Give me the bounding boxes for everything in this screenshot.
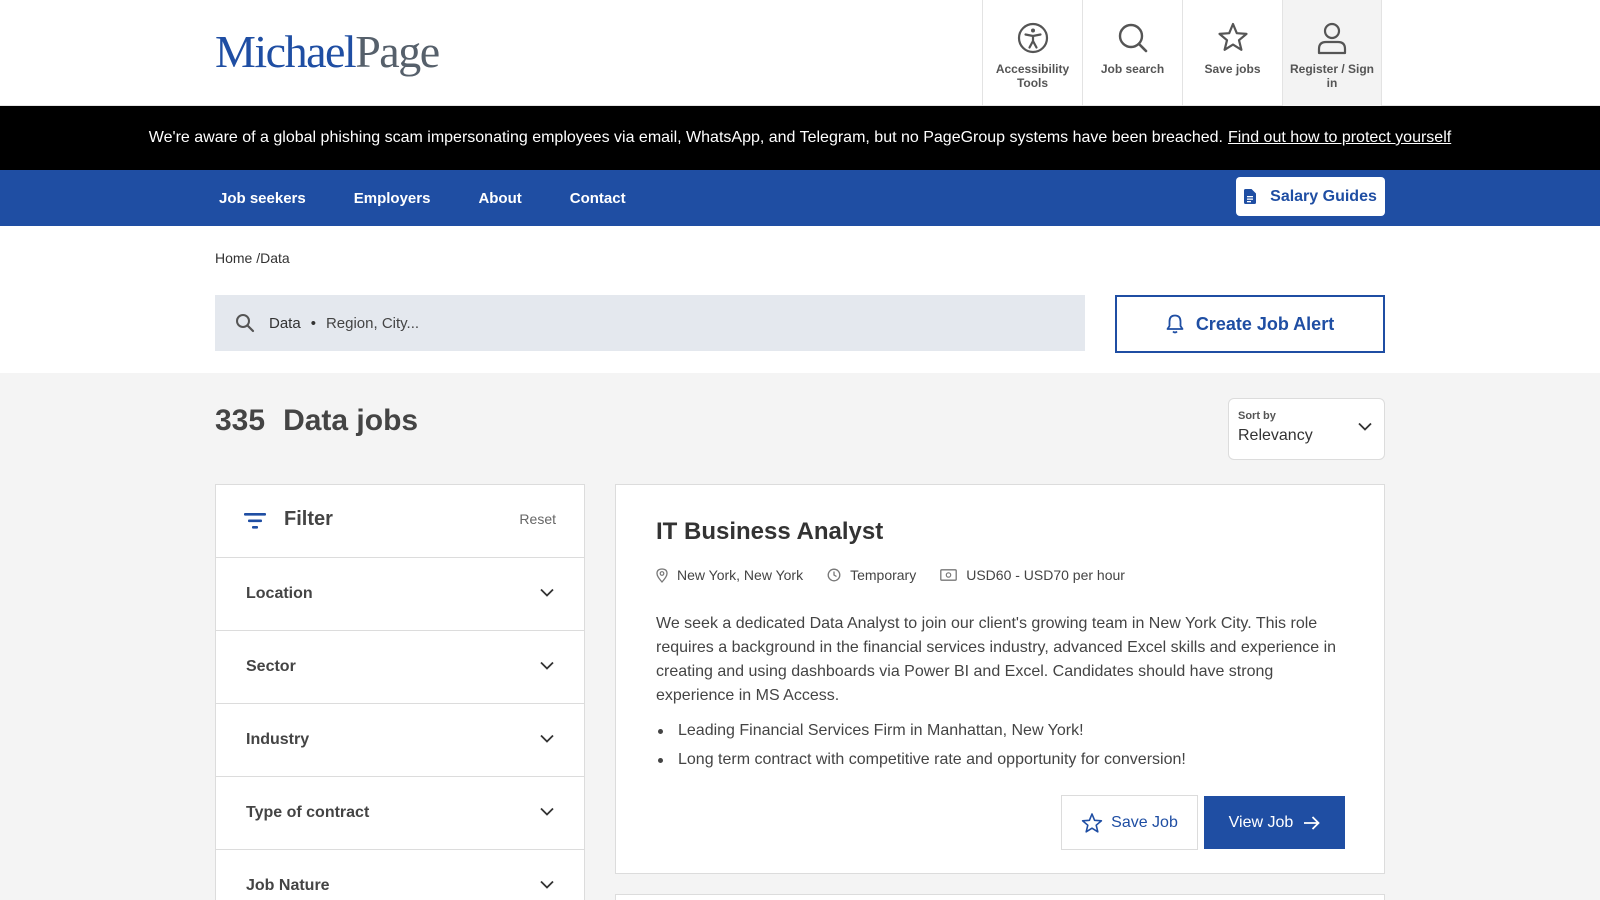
create-job-alert-label: Create Job Alert xyxy=(1195,313,1335,334)
sort-dropdown[interactable]: Sort by Relevancy xyxy=(1228,398,1385,460)
job-card: IT Business Analyst New York, New York T… xyxy=(615,484,1385,874)
user-icon xyxy=(1317,22,1347,55)
clock-icon xyxy=(827,568,841,582)
job-search-label: Job search xyxy=(1100,62,1165,76)
create-job-alert-button[interactable]: Create Job Alert xyxy=(1115,295,1385,353)
facet-label: Type of contract xyxy=(246,804,370,821)
job-highlight: Long term contract with competitive rate… xyxy=(656,748,1346,777)
phishing-alert-banner: We're aware of a global phishing scam im… xyxy=(0,106,1600,170)
main-nav-links: Job seekers Employers About Contact xyxy=(219,170,674,226)
accessibility-tools-button[interactable]: Accessibility Tools xyxy=(982,0,1082,106)
chevron-down-icon xyxy=(540,880,554,889)
job-contract-text: Temporary xyxy=(850,567,917,583)
michael-page-logo[interactable]: MichaelPage xyxy=(215,26,440,78)
job-contract: Temporary xyxy=(827,567,916,583)
location-placeholder: Region, City... xyxy=(325,314,420,332)
filter-reset-button[interactable]: Reset xyxy=(519,511,556,527)
save-jobs-label: Save jobs xyxy=(1204,62,1261,76)
save-jobs-button[interactable]: Save jobs xyxy=(1182,0,1282,106)
filter-header: Filter Reset xyxy=(216,485,584,558)
search-separator: • xyxy=(310,314,316,332)
facet-label: Industry xyxy=(246,731,310,748)
bell-icon xyxy=(1166,314,1184,334)
job-location-text: New York, New York xyxy=(677,567,804,583)
chevron-down-icon xyxy=(540,807,554,816)
job-salary-text: USD60 - USD70 per hour xyxy=(966,567,1125,583)
search-keyword: Data xyxy=(269,314,301,332)
filter-title: Filter xyxy=(284,508,333,530)
nav-about[interactable]: About xyxy=(478,190,521,207)
nav-employers[interactable]: Employers xyxy=(354,190,431,207)
register-sign-in-button[interactable]: Register / Sign in xyxy=(1282,0,1382,106)
main-nav: Job seekers Employers About Contact Sala… xyxy=(0,170,1600,226)
facet-label: Sector xyxy=(246,658,296,675)
location-pin-icon xyxy=(656,567,668,583)
save-job-label: Save Job xyxy=(1111,813,1178,831)
arrow-right-icon xyxy=(1304,815,1321,830)
sort-label: Sort by xyxy=(1238,410,1276,422)
job-highlights: Leading Financial Services Firm in Manha… xyxy=(656,719,1346,777)
job-search-button[interactable]: Job search xyxy=(1082,0,1182,106)
document-icon xyxy=(1244,189,1257,204)
nav-contact[interactable]: Contact xyxy=(570,190,626,207)
chevron-down-icon xyxy=(540,588,554,597)
results-title: 335 Data jobs xyxy=(215,404,418,438)
facet-sector[interactable]: Sector xyxy=(216,631,584,704)
breadcrumb[interactable]: Home /Data xyxy=(215,250,290,266)
sort-value: Relevancy xyxy=(1238,427,1313,444)
filter-panel: Filter Reset Location Sector Industry Ty… xyxy=(215,484,585,900)
search-icon xyxy=(236,314,255,333)
results-label: Data jobs xyxy=(283,404,419,437)
star-icon xyxy=(1081,812,1103,833)
results-count: 335 xyxy=(215,404,266,437)
save-job-button[interactable]: Save Job xyxy=(1061,795,1198,850)
facet-type-of-contract[interactable]: Type of contract xyxy=(216,777,584,850)
job-card-next xyxy=(615,894,1385,900)
filter-icon xyxy=(244,513,266,529)
facet-job-nature[interactable]: Job Nature xyxy=(216,850,584,900)
job-title[interactable]: IT Business Analyst xyxy=(656,518,883,546)
search-icon xyxy=(1118,23,1147,53)
register-sign-in-label: Register / Sign in xyxy=(1289,62,1375,90)
banner-text: We're aware of a global phishing scam im… xyxy=(148,129,1223,146)
job-meta: New York, New York Temporary USD60 - USD… xyxy=(656,567,1149,583)
site-header: MichaelPage Accessibility Tools Job sear… xyxy=(0,0,1600,106)
facet-label: Job Nature xyxy=(246,877,330,894)
utility-nav: Accessibility Tools Job search Save jobs… xyxy=(982,0,1382,106)
salary-guides-button[interactable]: Salary Guides xyxy=(1236,177,1385,216)
chevron-down-icon xyxy=(540,734,554,743)
star-icon xyxy=(1217,22,1248,51)
facet-location[interactable]: Location xyxy=(216,558,584,631)
job-salary: USD60 - USD70 per hour xyxy=(940,567,1125,583)
view-job-button[interactable]: View Job xyxy=(1204,796,1345,849)
salary-guides-label: Salary Guides xyxy=(1270,187,1377,205)
facet-label: Location xyxy=(246,585,313,602)
money-icon xyxy=(940,569,958,581)
job-location: New York, New York xyxy=(656,567,803,583)
accessibility-tools-label: Accessibility Tools xyxy=(995,62,1070,90)
job-search-input[interactable]: Data • Region, City... xyxy=(215,295,1085,351)
protect-yourself-link[interactable]: Find out how to protect yourself xyxy=(1228,129,1451,147)
search-area: Home /Data Data • Region, City... Create… xyxy=(0,226,1600,373)
facet-industry[interactable]: Industry xyxy=(216,704,584,777)
accessibility-icon xyxy=(1017,22,1048,54)
chevron-down-icon xyxy=(1358,422,1372,431)
job-highlight: Leading Financial Services Firm in Manha… xyxy=(656,719,1346,748)
nav-job-seekers[interactable]: Job seekers xyxy=(219,190,306,207)
chevron-down-icon xyxy=(540,661,554,670)
view-job-label: View Job xyxy=(1228,813,1294,831)
job-description: We seek a dedicated Data Analyst to join… xyxy=(656,615,1337,704)
